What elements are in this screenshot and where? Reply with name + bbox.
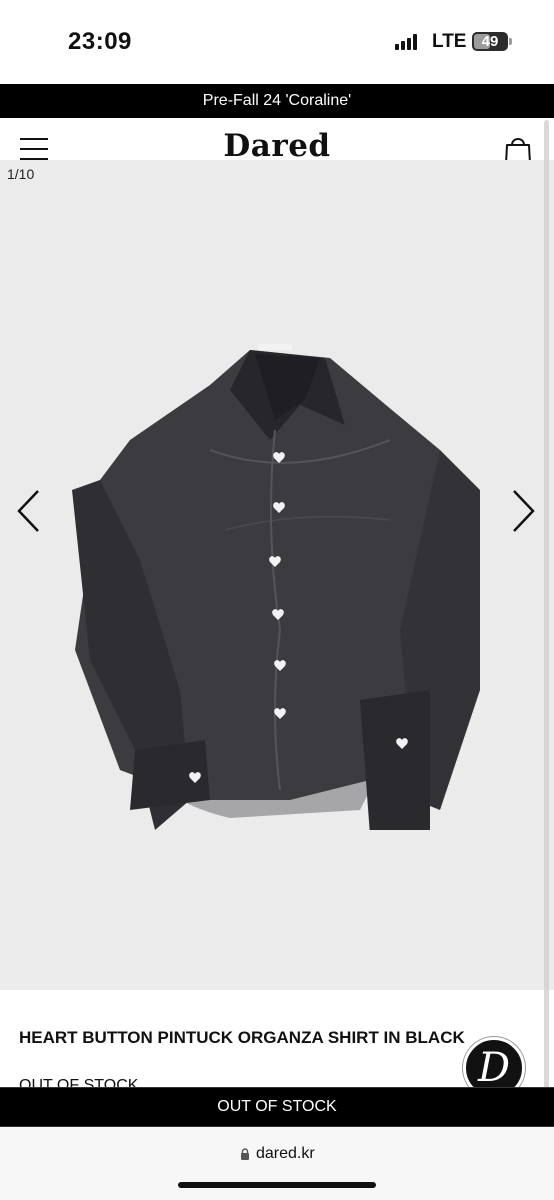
status-bar: 23:09 LTE 49 (0, 0, 554, 84)
next-arrow-icon[interactable] (508, 488, 538, 534)
product-image (72, 344, 480, 830)
browser-url-bar[interactable]: dared.kr (0, 1127, 554, 1200)
signal-icon (395, 34, 421, 50)
status-time: 23:09 (68, 28, 132, 55)
battery-percent: 49 (481, 33, 499, 50)
network-label: LTE (432, 31, 467, 52)
battery-nub (509, 38, 512, 45)
site-header: Dared (0, 118, 554, 165)
page-scrollbar[interactable] (544, 120, 549, 1100)
image-counter: 1/10 (7, 166, 35, 182)
previous-arrow-icon[interactable] (14, 488, 44, 534)
product-title: HEART BUTTON PINTUCK ORGANZA SHIRT IN BL… (19, 1028, 465, 1047)
announcement-bar[interactable]: Pre-Fall 24 'Coraline' (0, 84, 554, 118)
lock-icon (241, 1148, 249, 1160)
battery-icon: 49 (472, 32, 508, 51)
url-text[interactable]: dared.kr (256, 1145, 315, 1163)
home-indicator[interactable] (178, 1182, 376, 1188)
stock-status: OUT OF STOCK (19, 1077, 139, 1087)
product-gallery[interactable]: 1/10 (0, 160, 554, 990)
site-logo[interactable]: Dared (0, 128, 554, 164)
out-of-stock-button[interactable]: OUT OF STOCK (0, 1087, 554, 1127)
